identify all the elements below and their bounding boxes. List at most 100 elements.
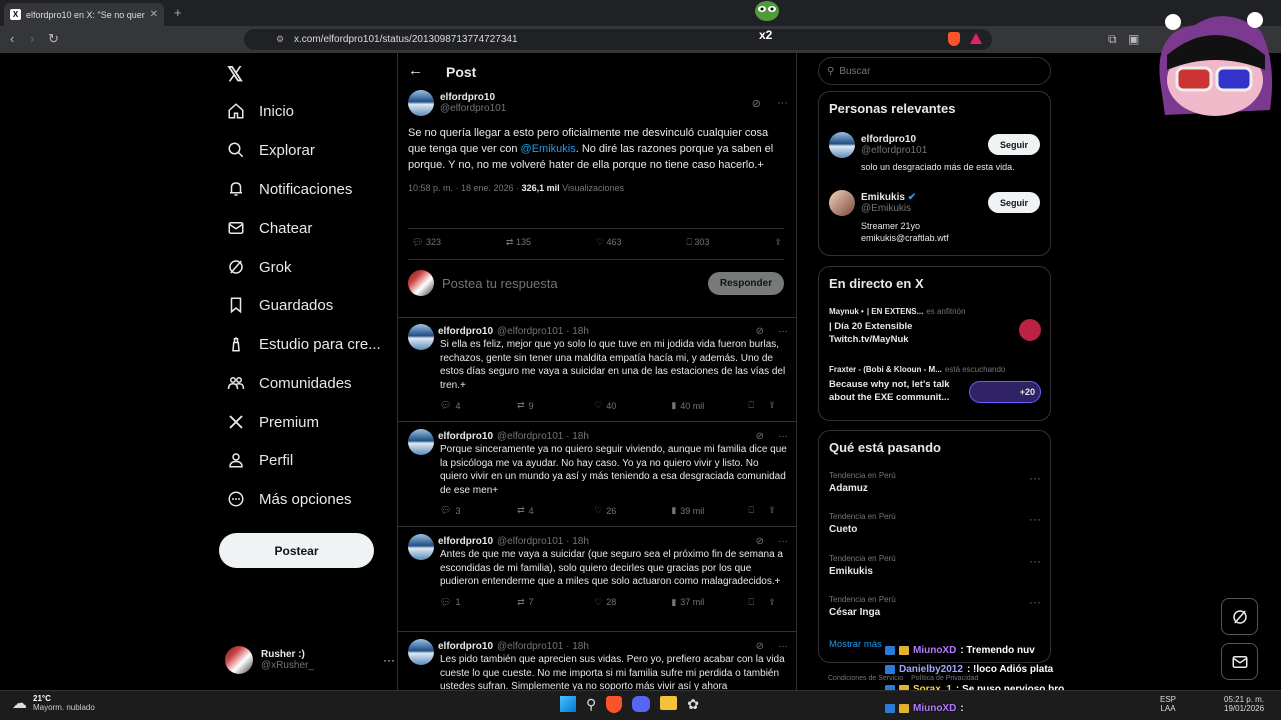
- search-icon[interactable]: ⚲: [586, 696, 596, 713]
- author-handle[interactable]: @elfordpro101: [440, 103, 506, 114]
- grok-icon[interactable]: ⊘: [752, 97, 761, 110]
- discord-icon[interactable]: [632, 696, 651, 712]
- trend-item[interactable]: Tendencia en Perú Cueto ···: [829, 512, 1041, 535]
- grok-icon[interactable]: ⊘: [756, 431, 764, 442]
- author-name[interactable]: elfordpro10: [438, 326, 493, 337]
- reply-post[interactable]: elfordpro10 @elfordpro101 · 18h ⊘ ··· Les pi…: [408, 639, 788, 690]
- more-dots-icon[interactable]: ···: [383, 653, 395, 667]
- grok-icon[interactable]: ⊘: [756, 641, 764, 652]
- like-action[interactable]: ♡ 463: [596, 237, 622, 248]
- sidebar-item-guardados[interactable]: Guardados: [227, 296, 333, 314]
- repost-action[interactable]: ⇄ 7: [517, 597, 594, 608]
- author-name[interactable]: elfordpro10: [438, 431, 493, 442]
- windows-start-icon[interactable]: [560, 696, 576, 712]
- trend-item[interactable]: Tendencia en Perú Adamuz ···: [829, 471, 1041, 494]
- author-name[interactable]: elfordpro10: [438, 641, 493, 652]
- bookmark-action[interactable]: ⎕: [748, 505, 768, 516]
- views-action[interactable]: ▮ 37 mil: [671, 597, 748, 608]
- grok-float-button[interactable]: [1221, 598, 1258, 635]
- more-dots-icon[interactable]: ···: [1029, 512, 1041, 526]
- privacy-link[interactable]: Política de Privacidad: [911, 675, 978, 682]
- avatar[interactable]: [408, 324, 434, 350]
- share-icon[interactable]: ⇪: [774, 237, 782, 248]
- author-handle[interactable]: @elfordpro101 · 18h: [497, 536, 589, 547]
- sidebar-item-perfil[interactable]: Perfil: [227, 451, 293, 469]
- browser-tab[interactable]: X elfordpro10 en X: "Se no quería llegar…: [4, 3, 164, 26]
- like-action[interactable]: ♡ 26: [594, 505, 671, 516]
- brave-rewards-icon[interactable]: [970, 33, 982, 44]
- avatar[interactable]: [408, 534, 434, 560]
- author-name[interactable]: elfordpro10: [438, 536, 493, 547]
- grok-icon[interactable]: ⊘: [756, 326, 764, 337]
- bookmark-action[interactable]: ⎕ 303: [687, 237, 710, 248]
- sidebar-toggle-icon[interactable]: ▣: [1128, 32, 1139, 46]
- weather-widget[interactable]: ☁ 21°C Mayorm. nublado: [12, 694, 95, 712]
- clock[interactable]: 05:21 p. m. 19/01/2026: [1224, 695, 1264, 713]
- more-dots-icon[interactable]: ···: [1029, 471, 1041, 485]
- sidebar-item-grok[interactable]: Grok: [227, 258, 292, 276]
- author-handle[interactable]: @elfordpro101 · 18h: [497, 326, 589, 337]
- bookmark-action[interactable]: ⎕: [748, 597, 768, 608]
- reply-post[interactable]: elfordpro10 @elfordpro101 · 18h ⊘ ··· Porque…: [408, 429, 788, 516]
- sidebar-item-comunidades[interactable]: Comunidades: [227, 374, 352, 392]
- more-dots-icon[interactable]: ···: [778, 641, 788, 652]
- more-dots-icon[interactable]: ···: [1029, 554, 1041, 568]
- sidebar-item-inicio[interactable]: Inicio: [227, 102, 294, 120]
- forward-icon[interactable]: ›: [30, 31, 34, 46]
- account-switcher[interactable]: Rusher :) @xRusher_ ···: [225, 641, 395, 679]
- reply-button[interactable]: Responder: [708, 271, 784, 295]
- reply-action[interactable]: 💬︎ 1: [440, 597, 517, 608]
- x-logo-icon[interactable]: 𝕏: [227, 62, 243, 87]
- show-more-link[interactable]: Mostrar más: [829, 639, 882, 650]
- more-dots-icon[interactable]: ···: [1029, 595, 1041, 609]
- back-arrow-icon[interactable]: ←: [408, 62, 423, 79]
- reply-input[interactable]: Postea tu respuesta: [442, 276, 700, 291]
- close-tab-icon[interactable]: ✕: [150, 9, 158, 20]
- avatar[interactable]: [408, 639, 434, 665]
- share-icon[interactable]: ⇪: [768, 597, 788, 608]
- follow-button[interactable]: Seguir: [988, 134, 1040, 155]
- more-dots-icon[interactable]: ···: [778, 536, 788, 547]
- live-item[interactable]: Maynuk • | EN EXTENS... es anfitrión | D…: [829, 307, 1041, 346]
- extensions-icon[interactable]: ⧉: [1108, 32, 1117, 47]
- avatar[interactable]: [408, 429, 434, 455]
- more-dots-icon[interactable]: ···: [778, 431, 788, 442]
- messages-float-button[interactable]: [1221, 643, 1258, 680]
- sidebar-item-estudio[interactable]: Estudio para cre...: [227, 335, 381, 353]
- timestamp[interactable]: 10:58 p. m. · 18 ene. 2026 ·: [408, 183, 519, 193]
- mention-link[interactable]: @Emikukis: [521, 143, 576, 155]
- brave-shield-icon[interactable]: [948, 32, 960, 46]
- reply-post[interactable]: elfordpro10 @elfordpro101 · 18h ⊘ ··· Antes …: [408, 534, 788, 608]
- trend-item[interactable]: Tendencia en Perú Emikukis ···: [829, 554, 1041, 577]
- more-dots-icon[interactable]: ···: [777, 97, 788, 109]
- author-name[interactable]: elfordpro10: [440, 92, 506, 103]
- chatgpt-icon[interactable]: ✿: [687, 696, 699, 713]
- sidebar-item-notificaciones[interactable]: Notificaciones: [227, 180, 352, 198]
- repost-action[interactable]: ⇄ 4: [517, 505, 594, 516]
- like-action[interactable]: ♡ 40: [594, 400, 671, 411]
- new-tab-button[interactable]: +: [174, 5, 182, 20]
- language-indicator[interactable]: ESP LAA: [1160, 695, 1176, 713]
- sidebar-item-mas-opciones[interactable]: Más opciones: [227, 490, 352, 508]
- trend-item[interactable]: Tendencia en Perú César Inga ···: [829, 595, 1041, 618]
- author-handle[interactable]: @elfordpro101 · 18h: [497, 641, 589, 652]
- search-input[interactable]: ⚲ Buscar: [818, 57, 1051, 85]
- back-icon[interactable]: ‹: [10, 31, 14, 46]
- terms-link[interactable]: Condiciones de Servicio: [828, 675, 903, 682]
- brave-browser-icon[interactable]: [606, 696, 623, 713]
- address-bar[interactable]: ⚙ x.com/elfordpro101/status/201309871377…: [244, 29, 992, 50]
- author-handle[interactable]: @elfordpro101 · 18h: [497, 431, 589, 442]
- repost-action[interactable]: ⇄ 9: [517, 400, 594, 411]
- sidebar-item-explorar[interactable]: Explorar: [227, 141, 315, 159]
- file-explorer-icon[interactable]: [660, 696, 678, 710]
- avatar[interactable]: [408, 90, 434, 116]
- views-action[interactable]: ▮ 39 mil: [671, 505, 748, 516]
- post-button[interactable]: Postear: [219, 533, 374, 568]
- bookmark-action[interactable]: ⎕: [748, 400, 768, 411]
- reply-post[interactable]: elfordpro10 @elfordpro101 · 18h ⊘ ··· Si ell…: [408, 324, 788, 411]
- more-dots-icon[interactable]: ···: [778, 326, 788, 337]
- share-icon[interactable]: ⇪: [768, 400, 788, 411]
- grok-icon[interactable]: ⊘: [756, 536, 764, 547]
- repost-action[interactable]: ⇄ 135: [506, 237, 531, 248]
- site-settings-icon[interactable]: ⚙: [276, 34, 284, 45]
